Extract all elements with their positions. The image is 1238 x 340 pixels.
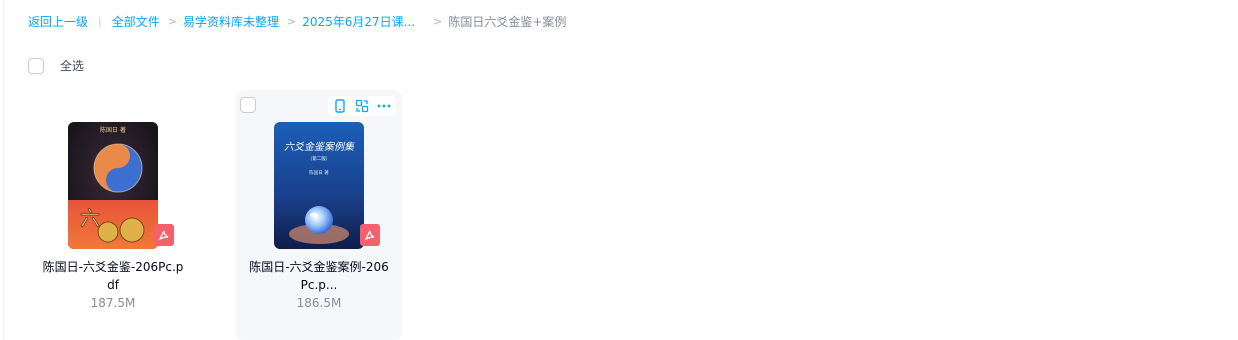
file-card[interactable]: 陈国日 著 六 陈国日-六爻金鉴-206Pc.p df 187.5M — [30, 90, 196, 340]
svg-text:陈国日 著: 陈国日 著 — [309, 169, 329, 176]
svg-text:陈国日 著: 陈国日 著 — [100, 126, 126, 134]
breadcrumb-folder-1[interactable]: 易学资料库未整理 — [183, 14, 279, 30]
breadcrumb-separator: > — [167, 15, 177, 28]
file-size: 186.5M — [296, 296, 342, 310]
phone-icon[interactable] — [332, 98, 348, 114]
breadcrumb-all-files[interactable]: 全部文件 — [112, 14, 160, 30]
more-icon[interactable] — [376, 98, 392, 114]
book-cover-image: 陈国日 著 六 — [68, 122, 158, 249]
breadcrumb-separator: > — [286, 15, 297, 28]
back-link[interactable]: 返回上一级 — [28, 14, 88, 30]
file-thumbnail[interactable]: 陈国日 著 六 — [68, 122, 158, 249]
file-actions — [328, 96, 396, 116]
svg-text:六爻金鉴案例集: 六爻金鉴案例集 — [284, 141, 355, 153]
pdf-icon — [154, 224, 174, 246]
file-size: 187.5M — [90, 296, 136, 310]
breadcrumb-folder-2[interactable]: 2025年6月27日课... — [302, 14, 415, 30]
breadcrumb-current: 陈国日六爻金鉴+案例 — [448, 15, 567, 29]
svg-text:（第二版）: （第二版） — [308, 155, 331, 162]
select-all-checkbox[interactable] — [28, 57, 44, 74]
book-cover-image: 六爻金鉴案例集 （第二版） 陈国日 著 — [274, 122, 364, 249]
select-all-row: 全选 — [28, 57, 84, 74]
file-name[interactable]: 陈国日-六爻金鉴案例-206 Pc.p... — [242, 258, 396, 294]
svg-text:六: 六 — [80, 206, 100, 230]
file-thumbnail[interactable]: 六爻金鉴案例集 （第二版） 陈国日 著 — [274, 122, 364, 249]
breadcrumb-separator: > — [433, 15, 443, 28]
file-name[interactable]: 陈国日-六爻金鉴-206Pc.p df — [36, 258, 190, 294]
breadcrumb: 返回上一级 | 全部文件 > 易学资料库未整理 > 2025年6月27日课...… — [28, 14, 566, 30]
file-checkbox[interactable] — [240, 97, 256, 113]
select-all-label[interactable]: 全选 — [60, 57, 84, 74]
file-card[interactable]: 六爻金鉴案例集 （第二版） 陈国日 著 陈国日-六爻金鉴案例-206 Pc.p.… — [236, 90, 402, 340]
panel-border — [0, 0, 4, 340]
pdf-icon — [360, 224, 380, 246]
breadcrumb-divider: | — [98, 15, 102, 28]
share-link-icon[interactable] — [354, 98, 370, 114]
